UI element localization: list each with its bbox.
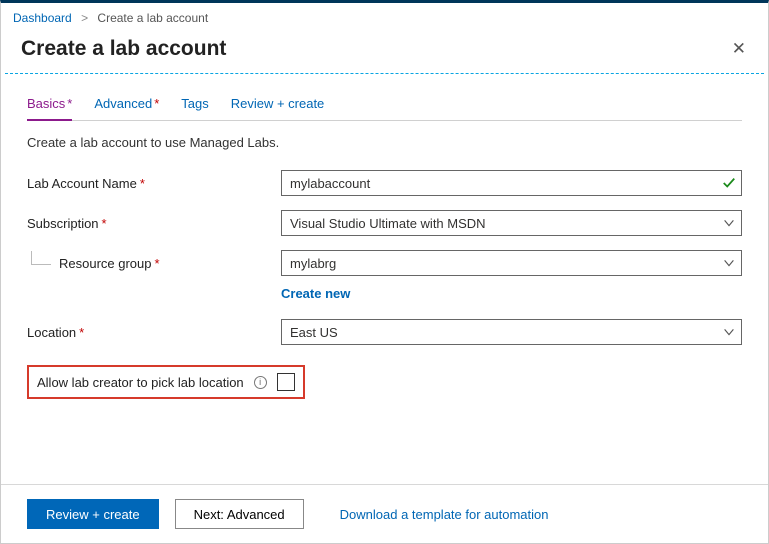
label-allow-creator-pick: Allow lab creator to pick lab location [37, 375, 244, 390]
subscription-select[interactable]: Visual Studio Ultimate with MSDN [281, 210, 742, 236]
lab-account-name-input[interactable]: mylabaccount [281, 170, 742, 196]
close-icon[interactable]: ✕ [726, 35, 752, 63]
tab-basics[interactable]: Basics* [27, 90, 72, 121]
breadcrumb-current: Create a lab account [97, 11, 208, 25]
row-create-new: Create new [27, 282, 742, 301]
label-lab-account-name: Lab Account Name* [27, 176, 281, 191]
row-resource-group: Resource group* mylabrg [27, 250, 742, 276]
chevron-down-icon [722, 325, 736, 339]
footer: Review + create Next: Advanced Download … [1, 484, 768, 543]
label-resource-group: Resource group* [27, 256, 281, 271]
label-location: Location* [27, 325, 281, 340]
chevron-right-icon: > [81, 11, 88, 25]
intro-text: Create a lab account to use Managed Labs… [27, 135, 742, 150]
location-select[interactable]: East US [281, 319, 742, 345]
content-area: Basics* Advanced* Tags Review + create C… [1, 90, 768, 484]
title-row: Create a lab account ✕ [1, 29, 768, 73]
resource-group-select[interactable]: mylabrg [281, 250, 742, 276]
review-create-button[interactable]: Review + create [27, 499, 159, 529]
row-location: Location* East US [27, 319, 742, 345]
tabs: Basics* Advanced* Tags Review + create [27, 90, 742, 121]
next-advanced-button[interactable]: Next: Advanced [175, 499, 304, 529]
page-title: Create a lab account [21, 37, 226, 61]
tab-advanced[interactable]: Advanced* [94, 90, 159, 121]
row-lab-account-name: Lab Account Name* mylabaccount [27, 170, 742, 196]
breadcrumb: Dashboard > Create a lab account [1, 3, 768, 29]
row-subscription: Subscription* Visual Studio Ultimate wit… [27, 210, 742, 236]
row-allow-creator-pick-location: Allow lab creator to pick lab location i [27, 365, 305, 399]
breadcrumb-root[interactable]: Dashboard [13, 11, 72, 25]
download-template-link[interactable]: Download a template for automation [340, 507, 549, 522]
tab-tags[interactable]: Tags [181, 90, 208, 121]
chevron-down-icon [722, 216, 736, 230]
tab-review[interactable]: Review + create [231, 90, 325, 121]
chevron-down-icon [722, 256, 736, 270]
divider [5, 73, 764, 74]
tree-indent-icon [31, 251, 51, 265]
allow-creator-pick-checkbox[interactable] [277, 373, 295, 391]
info-icon[interactable]: i [254, 376, 267, 389]
label-subscription: Subscription* [27, 216, 281, 231]
validation-success-icon [722, 176, 736, 190]
create-new-link[interactable]: Create new [281, 286, 350, 301]
